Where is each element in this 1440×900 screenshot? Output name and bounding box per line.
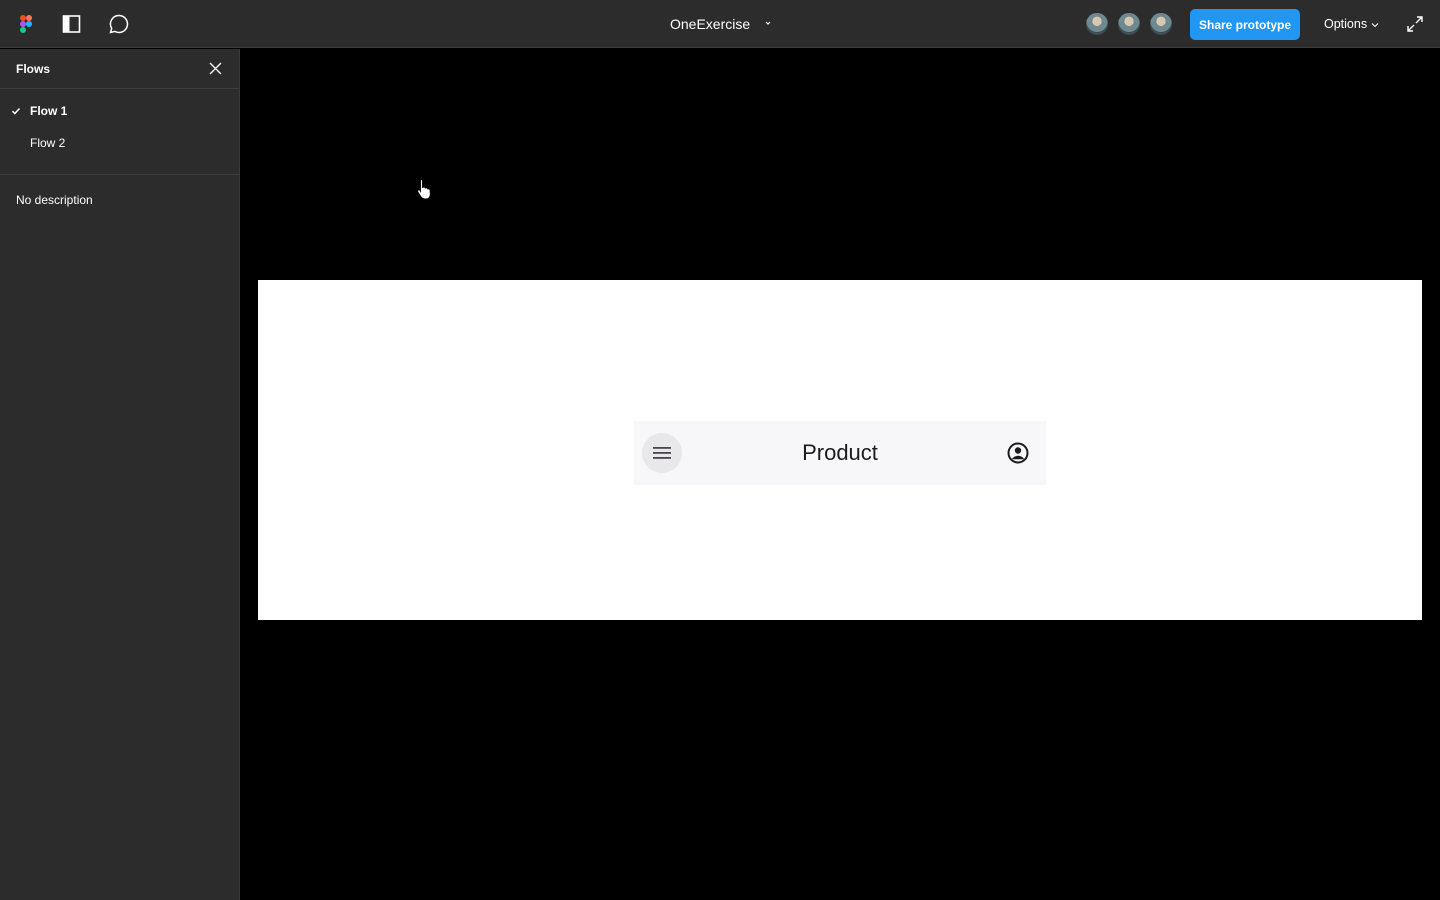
- sidebar-header: Flows: [0, 49, 239, 89]
- chevron-down-icon[interactable]: [763, 18, 773, 28]
- options-button[interactable]: Options: [1324, 17, 1367, 31]
- flow-description: No description: [16, 193, 93, 207]
- flow-item-2[interactable]: Flow 2: [0, 129, 239, 157]
- flows-sidebar: Flows Flow 1 Flow 2 No description: [0, 49, 240, 900]
- divider: [0, 174, 239, 175]
- prototype-frame: Product: [258, 280, 1422, 620]
- hand-pointer-cursor-icon: [416, 178, 431, 200]
- avatar[interactable]: [1084, 11, 1110, 37]
- top-bar: OneExercise Share prototype Options: [0, 0, 1440, 48]
- sidebar-toggle-icon[interactable]: [60, 12, 84, 36]
- sidebar-title: Flows: [16, 62, 51, 76]
- chevron-down-icon[interactable]: [1371, 21, 1379, 29]
- file-title[interactable]: OneExercise: [670, 16, 750, 32]
- avatar[interactable]: [1148, 11, 1174, 37]
- flow-item-1[interactable]: Flow 1: [0, 97, 239, 125]
- share-prototype-button[interactable]: Share prototype: [1190, 9, 1300, 40]
- comment-icon[interactable]: [107, 12, 131, 36]
- flow-label: Flow 2: [30, 136, 66, 150]
- flow-label: Flow 1: [30, 104, 68, 118]
- figma-logo-icon[interactable]: [14, 12, 38, 36]
- avatar[interactable]: [1116, 11, 1142, 37]
- account-circle-icon[interactable]: [1006, 441, 1030, 465]
- check-icon: [11, 107, 21, 115]
- close-icon[interactable]: [208, 61, 223, 76]
- app-bar-title: Product: [802, 440, 878, 465]
- fullscreen-icon[interactable]: [1406, 15, 1424, 33]
- prototype-app-bar: Product: [634, 421, 1046, 485]
